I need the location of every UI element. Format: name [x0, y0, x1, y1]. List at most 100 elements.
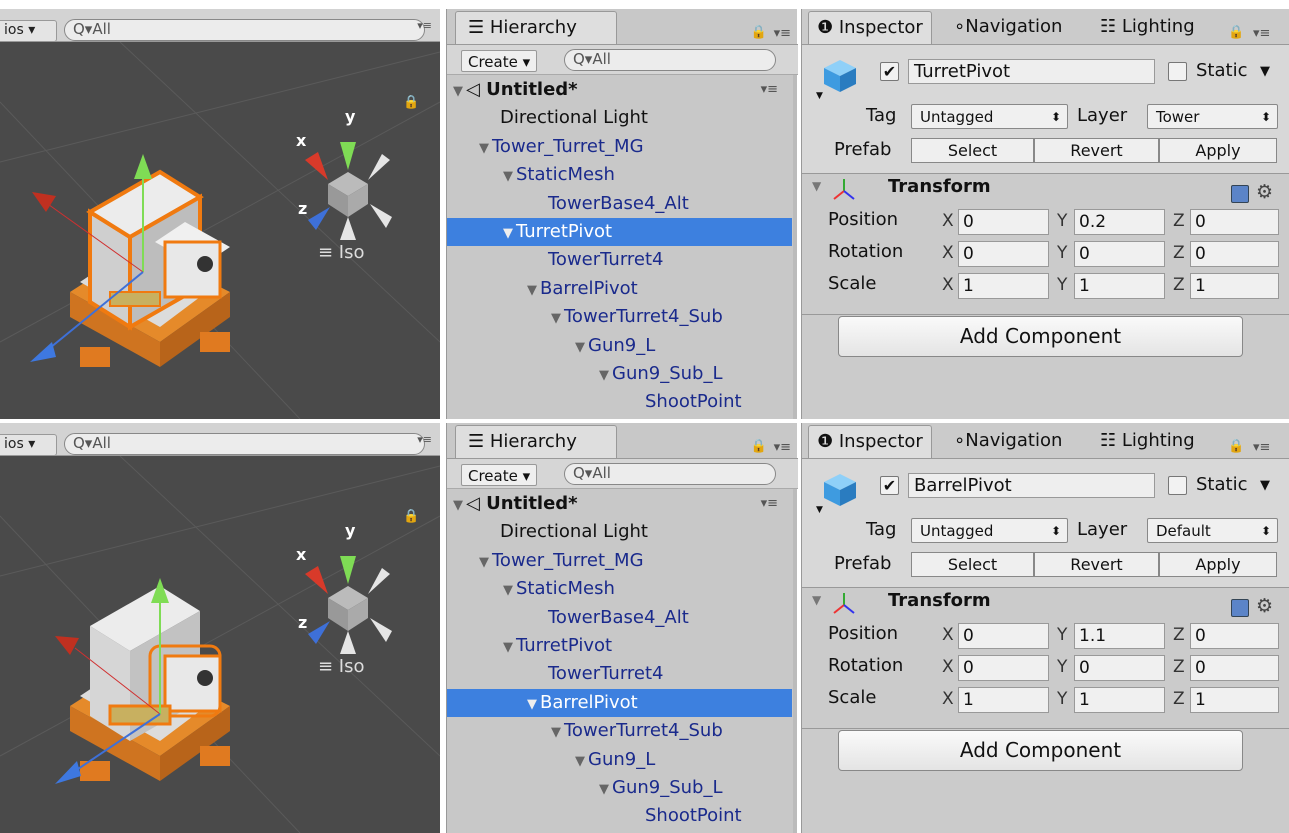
tree-item-selected[interactable]: ▼ TurretPivot: [447, 217, 792, 247]
add-component-button[interactable]: Add Component: [838, 730, 1243, 771]
tab-lighting[interactable]: ☷ Lighting: [1092, 11, 1203, 44]
scene-viewport[interactable]: y x z: [0, 456, 440, 833]
object-name-field[interactable]: TurretPivot: [908, 59, 1155, 84]
object-name-field[interactable]: BarrelPivot: [908, 473, 1155, 498]
tree-item[interactable]: ▼ Gun9_Sub_L: [447, 774, 792, 802]
lock-icon[interactable]: 🔒: [403, 95, 419, 110]
prefab-apply-button[interactable]: Apply: [1159, 138, 1277, 163]
tree-item[interactable]: ▼ BarrelPivot: [447, 275, 792, 303]
position-z-field[interactable]: 0: [1190, 623, 1279, 649]
hierarchy-search-input[interactable]: Q▾All: [564, 49, 776, 71]
tree-item[interactable]: ▼ Gun9_Sub_L: [447, 360, 792, 388]
static-dropdown-arrow-icon[interactable]: ▼: [1260, 64, 1270, 79]
scene-search-input[interactable]: Q▾All: [64, 19, 425, 41]
gear-icon[interactable]: ⚙: [1256, 181, 1273, 203]
scene-menu-icon[interactable]: ▾≡: [761, 76, 778, 104]
scene-search-input[interactable]: Q▾All: [64, 433, 425, 455]
icon-dropdown-arrow-icon[interactable]: ▼: [816, 505, 823, 515]
create-dropdown[interactable]: Create ▾: [461, 50, 538, 72]
active-checkbox[interactable]: ✔: [880, 476, 899, 495]
lock-icon[interactable]: 🔒: [403, 509, 419, 524]
hierarchy-scrollbar[interactable]: [793, 75, 797, 419]
scale-z-field[interactable]: 1: [1190, 273, 1279, 299]
scale-y-field[interactable]: 1: [1074, 273, 1165, 299]
tree-item[interactable]: ▼ Gun9_L: [447, 332, 792, 360]
scene-viewport[interactable]: y x z: [0, 42, 440, 419]
scale-y-field[interactable]: 1: [1074, 687, 1165, 713]
layer-dropdown[interactable]: Default ⬍: [1147, 518, 1278, 543]
hierarchy-scrollbar[interactable]: [793, 489, 797, 833]
hierarchy-search-input[interactable]: Q▾All: [564, 463, 776, 485]
position-y-field[interactable]: 0.2: [1074, 209, 1165, 235]
panel-menu-icon[interactable]: ▾≡: [774, 26, 791, 41]
gizmos-dropdown[interactable]: ios ▾: [0, 434, 57, 456]
lock-icon[interactable]: 🔒: [751, 25, 767, 40]
tree-item[interactable]: ▼ StaticMesh: [447, 575, 792, 603]
foldout-arrow-icon[interactable]: ▼: [812, 179, 821, 193]
prefab-select-button[interactable]: Select: [911, 552, 1034, 577]
scene-view[interactable]: ios ▾ Q▾All ▾≡ y x z 🔒 ≡ Iso: [0, 423, 440, 833]
lock-icon[interactable]: 🔒: [1228, 439, 1244, 454]
tree-item[interactable]: Directional Light: [447, 518, 792, 546]
prefab-select-button[interactable]: Select: [911, 138, 1034, 163]
tab-hierarchy[interactable]: ☰ Hierarchy: [455, 11, 617, 44]
scene-view[interactable]: ios ▾ Q▾All ▾≡ y x z 🔒 ≡ Iso: [0, 9, 440, 419]
rotation-z-field[interactable]: 0: [1190, 655, 1279, 681]
rotation-z-field[interactable]: 0: [1190, 241, 1279, 267]
panel-menu-icon[interactable]: ▾≡: [774, 440, 791, 455]
iso-toggle[interactable]: ≡ Iso: [318, 242, 365, 263]
prefab-revert-button[interactable]: Revert: [1034, 138, 1159, 163]
tree-item[interactable]: ▼ Tower_Turret_MG: [447, 547, 792, 575]
foldout-arrow-icon[interactable]: ▼: [812, 593, 821, 607]
tree-item[interactable]: TowerBase4_Alt: [447, 190, 792, 218]
rotation-x-field[interactable]: 0: [958, 655, 1049, 681]
tree-item[interactable]: ▼ TowerTurret4_Sub: [447, 303, 792, 331]
rotation-y-field[interactable]: 0: [1074, 655, 1165, 681]
tree-item[interactable]: ▼ Gun9_L: [447, 746, 792, 774]
iso-toggle[interactable]: ≡ Iso: [318, 656, 365, 677]
static-checkbox[interactable]: [1168, 62, 1187, 81]
position-z-field[interactable]: 0: [1190, 209, 1279, 235]
tree-item[interactable]: ▼ TowerTurret4_Sub: [447, 717, 792, 745]
lock-icon[interactable]: 🔒: [1228, 25, 1244, 40]
scene-menu-icon[interactable]: ▾≡: [761, 490, 778, 518]
scene-menu-icon[interactable]: ▾≡: [417, 19, 432, 32]
tab-inspector[interactable]: ❶ Inspector: [808, 11, 932, 44]
create-dropdown[interactable]: Create ▾: [461, 464, 538, 486]
prefab-revert-button[interactable]: Revert: [1034, 552, 1159, 577]
icon-dropdown-arrow-icon[interactable]: ▼: [816, 91, 823, 101]
help-icon[interactable]: [1231, 599, 1249, 617]
tree-item[interactable]: ShootPoint: [447, 388, 792, 416]
static-checkbox[interactable]: [1168, 476, 1187, 495]
position-x-field[interactable]: 0: [958, 209, 1049, 235]
tab-inspector[interactable]: ❶ Inspector: [808, 425, 932, 458]
tree-item[interactable]: TowerTurret4: [447, 660, 792, 688]
scale-x-field[interactable]: 1: [958, 687, 1049, 713]
scene-menu-icon[interactable]: ▾≡: [417, 433, 432, 446]
lock-icon[interactable]: 🔒: [751, 439, 767, 454]
tree-item[interactable]: TowerTurret4: [447, 246, 792, 274]
tree-item[interactable]: ▼ TurretPivot: [447, 632, 792, 660]
tag-dropdown[interactable]: Untagged ⬍: [911, 104, 1068, 129]
panel-menu-icon[interactable]: ▾≡: [1253, 26, 1270, 41]
gear-icon[interactable]: ⚙: [1256, 595, 1273, 617]
gizmos-dropdown[interactable]: ios ▾: [0, 20, 57, 42]
tree-item[interactable]: Directional Light: [447, 104, 792, 132]
help-icon[interactable]: [1231, 185, 1249, 203]
position-x-field[interactable]: 0: [958, 623, 1049, 649]
active-checkbox[interactable]: ✔: [880, 62, 899, 81]
scale-x-field[interactable]: 1: [958, 273, 1049, 299]
tree-item[interactable]: ▼ Tower_Turret_MG: [447, 133, 792, 161]
rotation-x-field[interactable]: 0: [958, 241, 1049, 267]
tab-navigation[interactable]: ∘Navigation: [946, 425, 1070, 458]
tag-dropdown[interactable]: Untagged ⬍: [911, 518, 1068, 543]
tree-item-untitled[interactable]: ▼ ◁ Untitled* ▾≡: [447, 76, 792, 104]
add-component-button[interactable]: Add Component: [838, 316, 1243, 357]
static-dropdown-arrow-icon[interactable]: ▼: [1260, 478, 1270, 493]
layer-dropdown[interactable]: Tower ⬍: [1147, 104, 1278, 129]
tab-navigation[interactable]: ∘Navigation: [946, 11, 1070, 44]
tree-item[interactable]: ▼ StaticMesh: [447, 161, 792, 189]
prefab-apply-button[interactable]: Apply: [1159, 552, 1277, 577]
tree-item-untitled[interactable]: ▼ ◁ Untitled* ▾≡: [447, 490, 792, 518]
panel-menu-icon[interactable]: ▾≡: [1253, 440, 1270, 455]
